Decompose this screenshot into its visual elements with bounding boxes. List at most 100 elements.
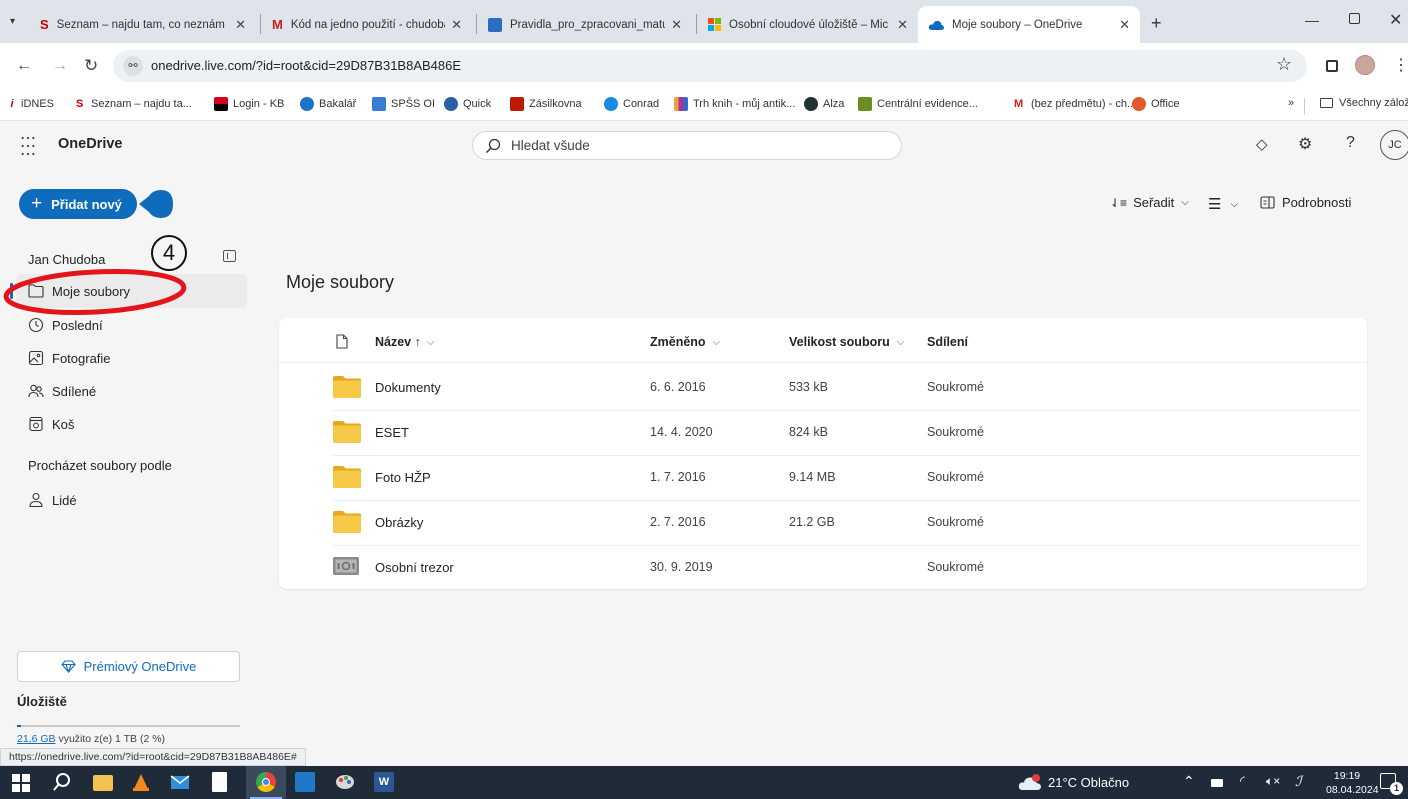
photo-icon — [28, 350, 44, 366]
mail-icon[interactable] — [170, 772, 190, 792]
profile-avatar[interactable] — [1355, 55, 1375, 75]
bookmark-item[interactable]: Trh knih - můj antik... — [674, 97, 795, 111]
column-header-name[interactable]: Název ↑ ⌵ — [375, 335, 434, 349]
people-icon — [28, 384, 44, 398]
new-tab-icon[interactable]: + — [1151, 13, 1162, 34]
outlook-icon[interactable] — [295, 772, 315, 792]
bookmark-item[interactable]: SPŠS OI — [372, 97, 435, 111]
all-bookmarks[interactable]: Všechny záložky — [1320, 97, 1408, 109]
site-info-icon[interactable]: ⚯ — [123, 56, 143, 76]
premium-onedrive-button[interactable]: Prémiový OneDrive — [17, 651, 240, 682]
chrome-icon[interactable] — [256, 772, 276, 792]
bookmark-item[interactable]: Bakalář — [300, 97, 356, 111]
bookmark-item[interactable]: Zásilkovna — [510, 97, 582, 111]
file-row[interactable]: Foto HŽP 1. 7. 2016 9.14 MB Soukromé — [333, 456, 1360, 501]
windows-start-icon[interactable] — [12, 774, 30, 792]
vlc-cone-icon[interactable] — [131, 772, 151, 792]
user-avatar[interactable]: JC — [1380, 130, 1408, 160]
nav-item-recycle-bin[interactable]: Koš — [16, 407, 247, 441]
word-doc-icon — [488, 17, 502, 32]
bookmark-item[interactable]: S Seznam – najdu ta... — [76, 97, 192, 111]
browser-tab[interactable]: Pravidla_pro_zpracovani_maturi ✕ — [478, 6, 692, 43]
close-window-icon[interactable]: ✕ — [1389, 10, 1402, 30]
column-header-size[interactable]: Velikost souboru ⌵ — [789, 335, 904, 349]
nav-item-photos[interactable]: Fotografie — [16, 341, 247, 375]
pen-icon[interactable]: ℐ — [1295, 773, 1302, 790]
search-icon — [486, 138, 501, 153]
browser-menu-icon[interactable]: ⋮ — [1393, 55, 1408, 75]
centralni-evidence-icon — [858, 97, 872, 111]
settings-gear-icon[interactable]: ⚙ — [1298, 134, 1312, 154]
onedrive-icon — [928, 20, 944, 30]
file-row[interactable]: Dokumenty 6. 6. 2016 533 kB Soukromé — [333, 366, 1360, 411]
minimize-icon[interactable]: — — [1305, 12, 1319, 28]
kb-icon — [214, 97, 228, 111]
folder-icon — [333, 421, 361, 443]
browser-tab[interactable]: S Seznam – najdu tam, co neznám ✕ — [30, 6, 256, 43]
folder-icon — [1320, 98, 1333, 108]
close-tab-icon[interactable]: ✕ — [451, 17, 462, 33]
bookmark-item[interactable]: M (bez předmětu) - ch... — [1014, 97, 1136, 111]
nav-item-shared[interactable]: Sdílené — [16, 374, 247, 408]
nav-item-people[interactable]: Lidé — [16, 483, 247, 517]
tab-search-chevron-icon[interactable]: ▾ — [10, 16, 15, 27]
storage-used-link[interactable]: 21,6 GB — [17, 733, 56, 745]
tray-chevron-up-icon[interactable]: ⌃ — [1183, 773, 1195, 790]
bookmark-item[interactable]: Login - KB — [214, 97, 284, 111]
network-icon[interactable]: ◜ — [1240, 773, 1245, 789]
premium-diamond-icon[interactable]: ◇ — [1256, 135, 1268, 153]
column-header-modified[interactable]: Změněno ⌵ — [650, 335, 720, 349]
bookmark-item[interactable]: Centrální evidence... — [858, 97, 978, 111]
bookmark-item[interactable]: i iDNES — [8, 97, 54, 111]
close-tab-icon[interactable]: ✕ — [671, 17, 682, 33]
gmail-icon: M — [1014, 98, 1024, 110]
chevron-down-icon: ⌵ — [896, 336, 905, 348]
details-button[interactable]: Podrobnosti — [1260, 195, 1351, 210]
view-options-button[interactable]: ☰ ⌵ — [1208, 195, 1238, 213]
column-header-sharing[interactable]: Sdílení — [927, 335, 968, 349]
browser-tab-active[interactable]: Moje soubory – OneDrive ✕ — [918, 6, 1140, 43]
premium-diamond-icon — [60, 660, 76, 673]
file-row[interactable]: Osobní trezor 30. 9. 2019 Soukromé — [333, 546, 1360, 591]
reload-icon[interactable]: ↻ — [84, 56, 98, 76]
help-icon[interactable]: ? — [1346, 134, 1355, 152]
volume-muted-icon[interactable]: 🔈︎× — [1266, 774, 1280, 789]
close-tab-icon[interactable]: ✕ — [235, 17, 246, 33]
collapse-pane-icon[interactable] — [223, 250, 236, 262]
word-icon[interactable]: W — [374, 772, 394, 792]
file-type-header-icon[interactable] — [336, 334, 348, 349]
add-new-button[interactable]: + Přidat nový — [19, 189, 137, 219]
weather-widget[interactable]: 21°C Oblačno — [1018, 773, 1129, 791]
notepad-icon[interactable] — [212, 772, 227, 792]
search-box[interactable]: Hledat všude — [472, 131, 902, 160]
side-panel-icon[interactable] — [1326, 60, 1338, 72]
recycle-bin-icon — [29, 416, 43, 432]
back-icon[interactable]: ← — [16, 57, 32, 75]
folder-icon — [333, 466, 361, 488]
bookmarks-overflow-icon[interactable]: » — [1288, 97, 1294, 109]
bookmark-item[interactable]: Office — [1132, 97, 1180, 111]
close-tab-icon[interactable]: ✕ — [1119, 17, 1130, 33]
app-launcher-icon[interactable]: ⋯ ⋯ ⋯ — [20, 131, 36, 163]
file-explorer-icon[interactable] — [93, 775, 113, 791]
clock[interactable]: 19:19 08.04.2024 — [1326, 769, 1379, 797]
search-icon[interactable] — [52, 772, 72, 792]
file-row[interactable]: Obrázky 2. 7. 2016 21.2 GB Soukromé — [333, 501, 1360, 546]
browser-tab[interactable]: M Kód na jedno použití - chudoba ✕ — [262, 6, 472, 43]
close-tab-icon[interactable]: ✕ — [897, 17, 908, 33]
sort-button[interactable]: ⇃≡ Seřadit ⌵ — [1110, 195, 1189, 210]
browser-tab[interactable]: Osobní cloudové úložiště – Mic ✕ — [698, 6, 918, 43]
nav-item-recent[interactable]: Poslední — [16, 308, 247, 342]
url-bar[interactable]: ⚯ onedrive.live.com/?id=root&cid=29D87B3… — [113, 50, 1307, 82]
bookmark-item[interactable]: Alza — [804, 97, 844, 111]
battery-icon[interactable] — [1211, 779, 1223, 787]
paint-icon[interactable] — [335, 772, 355, 792]
bookmark-item[interactable]: Conrad — [604, 97, 659, 111]
plus-icon: + — [31, 193, 43, 214]
restore-icon[interactable] — [1349, 13, 1360, 24]
bakalar-icon — [300, 97, 314, 111]
file-row[interactable]: ESET 14. 4. 2020 824 kB Soukromé — [333, 411, 1360, 456]
forward-icon[interactable]: → — [52, 57, 68, 75]
bookmark-item[interactable]: Quick — [444, 97, 491, 111]
bookmark-star-icon[interactable]: ☆ — [1276, 54, 1292, 75]
